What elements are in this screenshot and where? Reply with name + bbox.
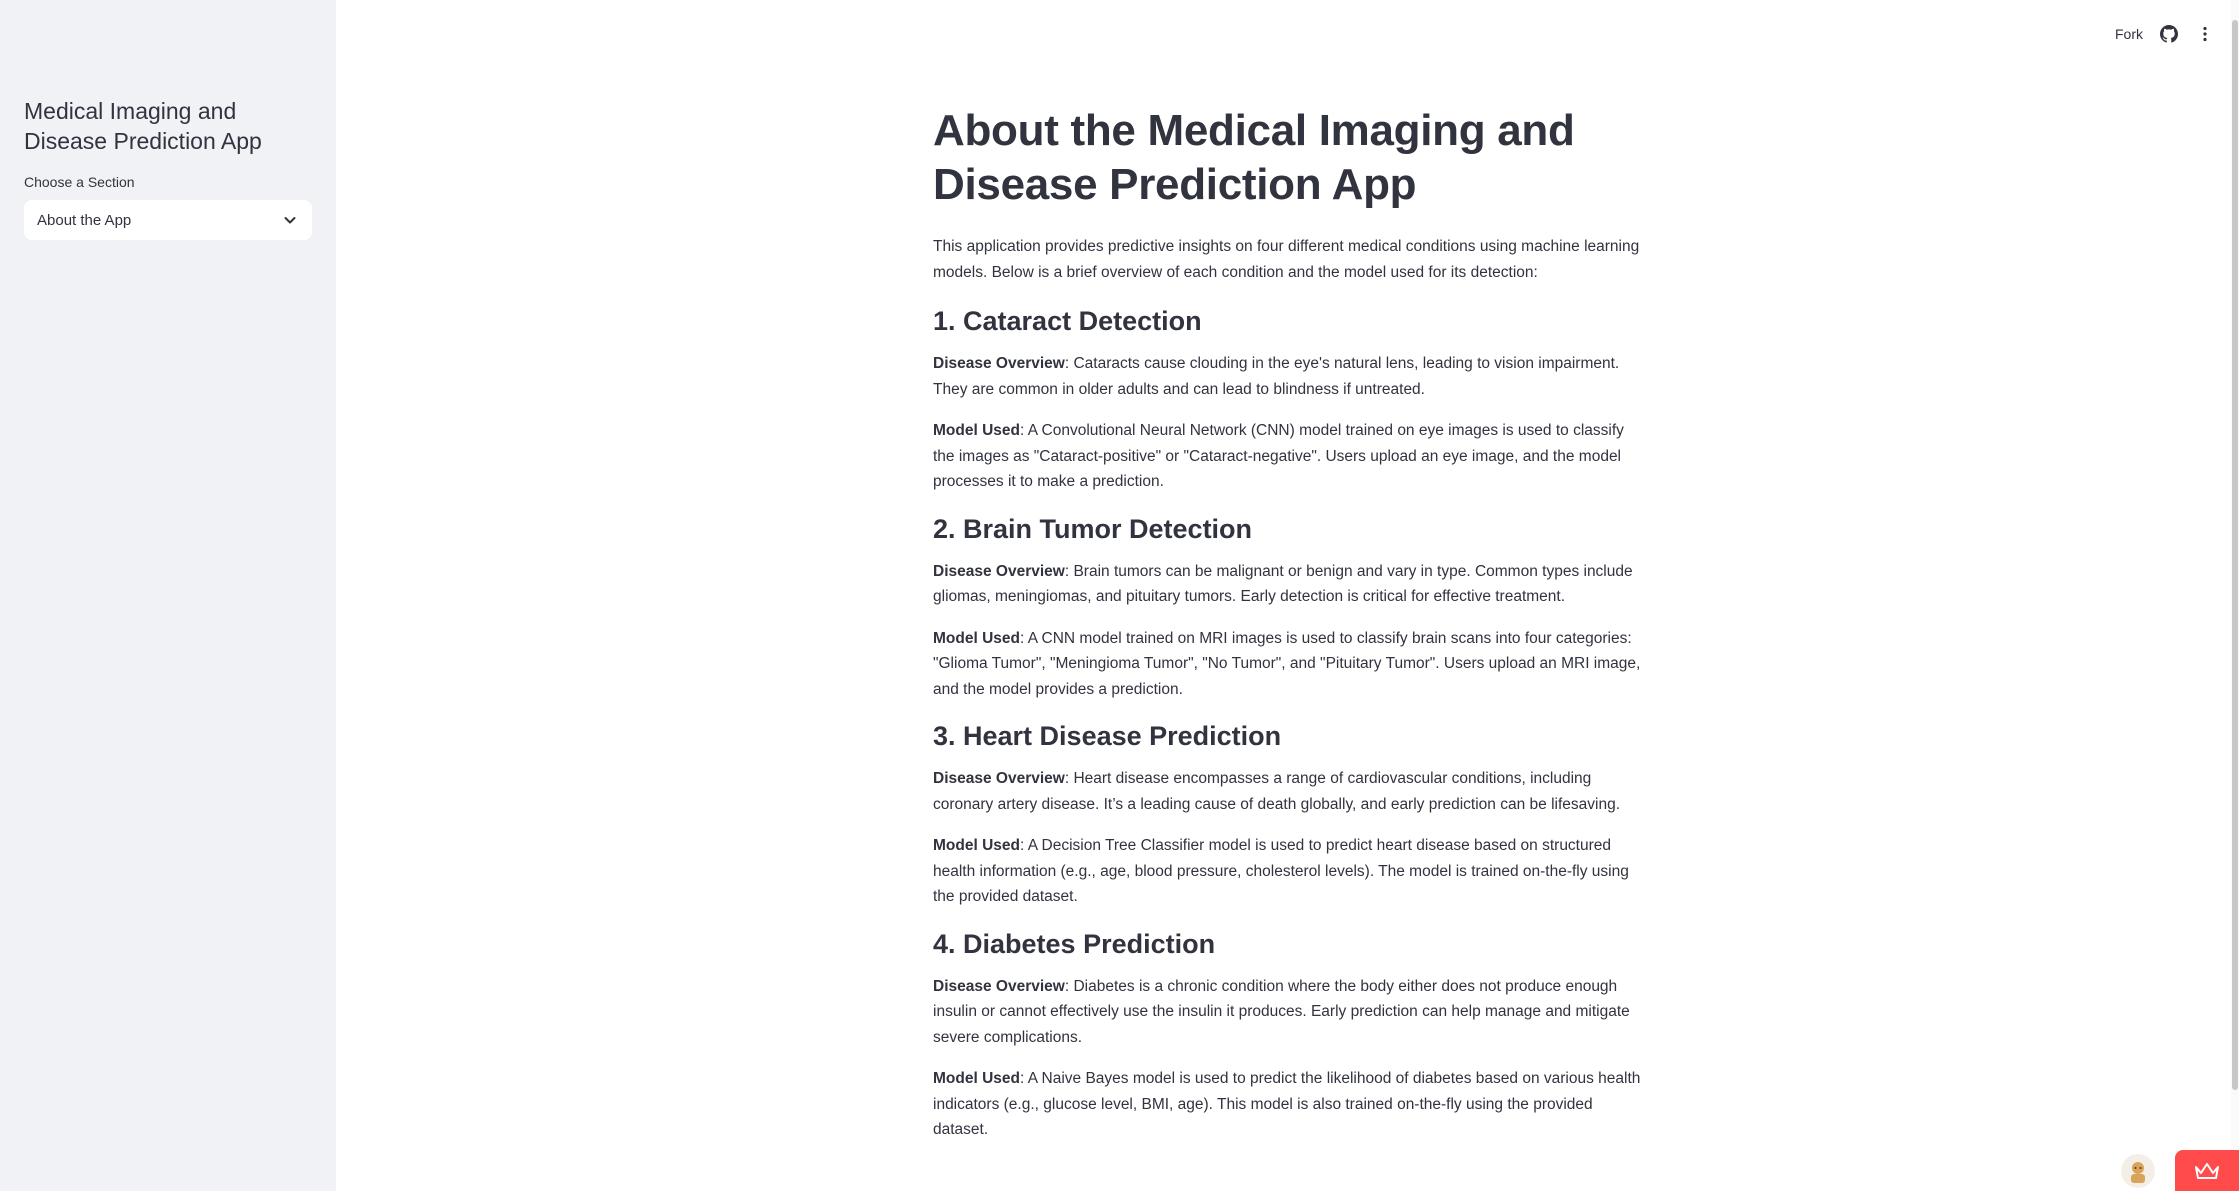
model-label: Model Used: [933, 837, 1020, 854]
creator-avatar[interactable]: [2121, 1154, 2155, 1188]
section-brain-tumor: 2. Brain Tumor Detection Disease Overvie…: [933, 511, 1645, 703]
github-icon[interactable]: [2159, 24, 2179, 44]
model-used: Model Used: A Convolutional Neural Netwo…: [933, 418, 1645, 495]
model-text: : A CNN model trained on MRI images is u…: [933, 629, 1641, 698]
more-vertical-icon[interactable]: [2195, 24, 2215, 44]
section-select-value: About the App: [37, 211, 132, 229]
overview-label: Disease Overview: [933, 977, 1065, 995]
section-heading: 3. Heart Disease Prediction: [933, 721, 1282, 751]
sidebar: Medical Imaging and Disease Prediction A…: [0, 0, 336, 1191]
app-root: Medical Imaging and Disease Prediction A…: [0, 0, 2239, 1191]
disease-overview: Disease Overview: Cataracts cause cloudi…: [933, 351, 1645, 402]
model-text: : A Naive Bayes model is used to predict…: [933, 1070, 1641, 1138]
section-select[interactable]: About the App: [24, 200, 312, 240]
section-heart-disease: 3. Heart Disease Prediction Disease Over…: [933, 718, 1645, 910]
disease-overview: Disease Overview: Heart disease encompas…: [933, 766, 1645, 817]
overview-label: Disease Overview: [933, 770, 1065, 787]
scrollbar-thumb[interactable]: [2232, 20, 2238, 1090]
overview-label: Disease Overview: [933, 562, 1065, 580]
model-text: : A Convolutional Neural Network (CNN) m…: [933, 422, 1624, 490]
intro-text: This application provides predictive ins…: [933, 238, 1640, 281]
model-text: : A Decision Tree Classifier model is us…: [933, 837, 1629, 905]
section-select-label: Choose a Section: [24, 174, 135, 190]
model-used: Model Used: A Naive Bayes model is used …: [933, 1066, 1645, 1143]
section-heading: 4. Diabetes Prediction: [933, 928, 1216, 959]
section-diabetes: 4. Diabetes Prediction Disease Overview:…: [933, 926, 1645, 1143]
sidebar-title: Medical Imaging and Disease Prediction A…: [24, 98, 262, 154]
section-heading: 2. Brain Tumor Detection: [933, 513, 1253, 544]
model-used: Model Used: A CNN model trained on MRI i…: [933, 626, 1645, 703]
model-used: Model Used: A Decision Tree Classifier m…: [933, 833, 1645, 910]
disease-overview: Disease Overview: Brain tumors can be ma…: [933, 559, 1645, 610]
scrollbar[interactable]: [2231, 0, 2239, 1191]
page-title: About the Medical Imaging and Disease Pr…: [933, 106, 1575, 209]
streamlit-crown-icon[interactable]: [2175, 1150, 2239, 1191]
header-toolbar: Fork: [2115, 20, 2215, 48]
model-label: Model Used: [933, 629, 1020, 647]
main-content: About the Medical Imaging and Disease Pr…: [933, 104, 1645, 1159]
section-cataract: 1. Cataract Detection Disease Overview: …: [933, 303, 1645, 495]
chevron-down-icon: [281, 211, 299, 229]
overview-label: Disease Overview: [933, 355, 1065, 372]
model-label: Model Used: [933, 1070, 1020, 1087]
fork-button[interactable]: Fork: [2115, 26, 2143, 42]
disease-overview: Disease Overview: Diabetes is a chronic …: [933, 974, 1645, 1051]
section-heading: 1. Cataract Detection: [933, 306, 1202, 336]
model-label: Model Used: [933, 422, 1020, 439]
